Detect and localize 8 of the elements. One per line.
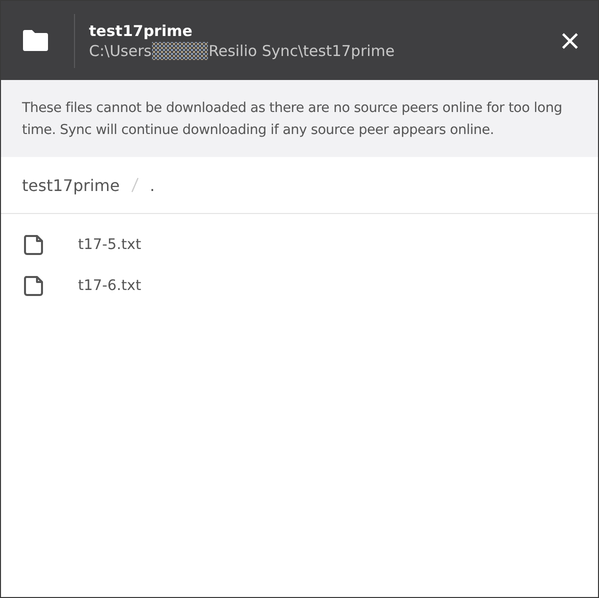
folder-path: C:\Users: [89, 40, 152, 60]
folder-path: Resilio Sync\test17prime: [208, 40, 395, 60]
breadcrumb-item[interactable]: .: [150, 176, 155, 194]
folder-title: test17prime: [89, 20, 194, 40]
file-item[interactable]: t17-6.txt: [1, 265, 598, 306]
breadcrumb-item[interactable]: test17prime: [22, 176, 120, 194]
file-item[interactable]: t17-5.txt: [1, 224, 598, 265]
notice-message: These files cannot be downloaded as there are no source peers online for too long time. Sync will continue downloading if any source peer appears online.: [22, 99, 564, 140]
